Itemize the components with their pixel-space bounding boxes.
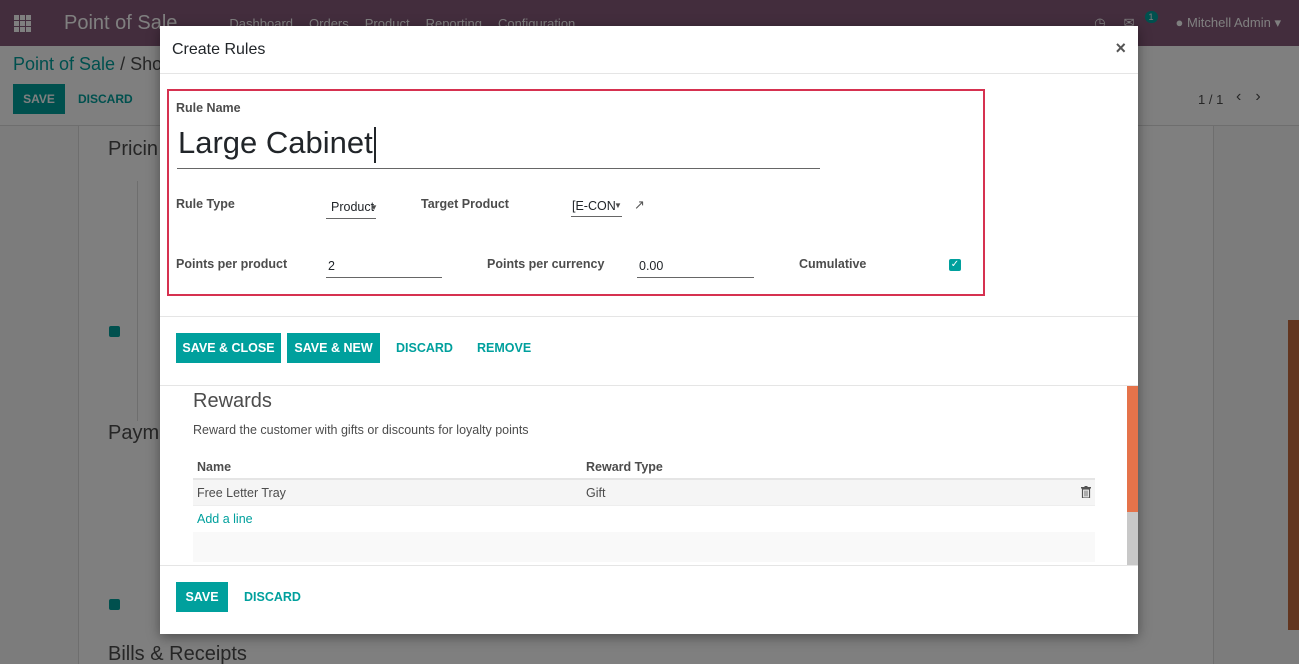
points-per-currency-value: 0.00 xyxy=(639,259,664,273)
points-per-product-input[interactable]: 2 xyxy=(326,257,442,278)
reward-type-cell: Gift xyxy=(586,486,606,500)
dialog-footer: SAVE DISCARD xyxy=(160,565,1138,634)
cumulative-checkbox[interactable]: ✓ xyxy=(949,259,961,271)
rule-type-label: Rule Type xyxy=(176,197,235,211)
rule-type-select[interactable]: Product xyxy=(326,197,376,219)
points-per-currency-label: Points per currency xyxy=(487,257,605,271)
rule-name-input[interactable]: Large Cabinet xyxy=(177,124,820,169)
cumulative-label: Cumulative xyxy=(799,257,867,271)
empty-row xyxy=(193,532,1095,562)
save-close-button[interactable]: SAVE & CLOSE xyxy=(176,333,281,363)
external-link-icon[interactable]: ↗ xyxy=(634,197,645,213)
remove-button[interactable]: REMOVE xyxy=(477,341,531,355)
rule-type-value: Product xyxy=(331,200,375,214)
text-cursor xyxy=(373,126,376,163)
rule-form-highlight: Rule Name Large Cabinet Rule Type Produc… xyxy=(167,89,985,296)
dialog-scrollbar-thumb[interactable] xyxy=(1127,386,1138,512)
save-button[interactable]: SAVE xyxy=(176,582,228,612)
caret-down-icon: ▼ xyxy=(370,203,378,212)
rewards-table: Name Reward Type Free Letter Tray Gift A… xyxy=(193,454,1095,562)
add-line-row: Add a line xyxy=(193,506,1095,532)
column-header-reward-type[interactable]: Reward Type xyxy=(586,460,663,474)
rewards-subtitle: Reward the customer with gifts or discou… xyxy=(193,423,529,437)
dialog-header: Create Rules × xyxy=(160,26,1138,74)
dialog-title: Create Rules xyxy=(172,41,266,58)
rewards-title: Rewards xyxy=(193,390,272,412)
target-product-value: [E-CON xyxy=(572,199,616,213)
dialog-scrollbar-track[interactable] xyxy=(1127,512,1138,565)
table-header: Name Reward Type xyxy=(193,454,1095,480)
caret-down-icon[interactable]: ▼ xyxy=(614,201,622,210)
points-per-product-value: 2 xyxy=(328,259,335,273)
rewards-section: Rewards Reward the customer with gifts o… xyxy=(160,385,1138,565)
create-rules-dialog: Create Rules × Rule Name Large Cabinet R… xyxy=(160,26,1138,634)
column-header-name[interactable]: Name xyxy=(197,460,231,474)
divider xyxy=(160,316,1138,317)
save-new-button[interactable]: SAVE & NEW xyxy=(287,333,380,363)
rule-name-label: Rule Name xyxy=(176,101,241,115)
footer-discard-button[interactable]: DISCARD xyxy=(244,590,301,604)
trash-icon[interactable] xyxy=(1081,486,1091,498)
points-per-product-label: Points per product xyxy=(176,257,288,271)
add-line-link[interactable]: Add a line xyxy=(197,512,253,526)
points-per-currency-input[interactable]: 0.00 xyxy=(637,257,754,278)
table-row[interactable]: Free Letter Tray Gift xyxy=(193,480,1095,506)
target-product-label: Target Product xyxy=(421,197,509,211)
reward-name-cell: Free Letter Tray xyxy=(197,486,286,500)
discard-button[interactable]: DISCARD xyxy=(396,341,453,355)
close-icon[interactable]: × xyxy=(1115,38,1126,59)
rule-name-text: Large Cabinet xyxy=(178,125,373,160)
